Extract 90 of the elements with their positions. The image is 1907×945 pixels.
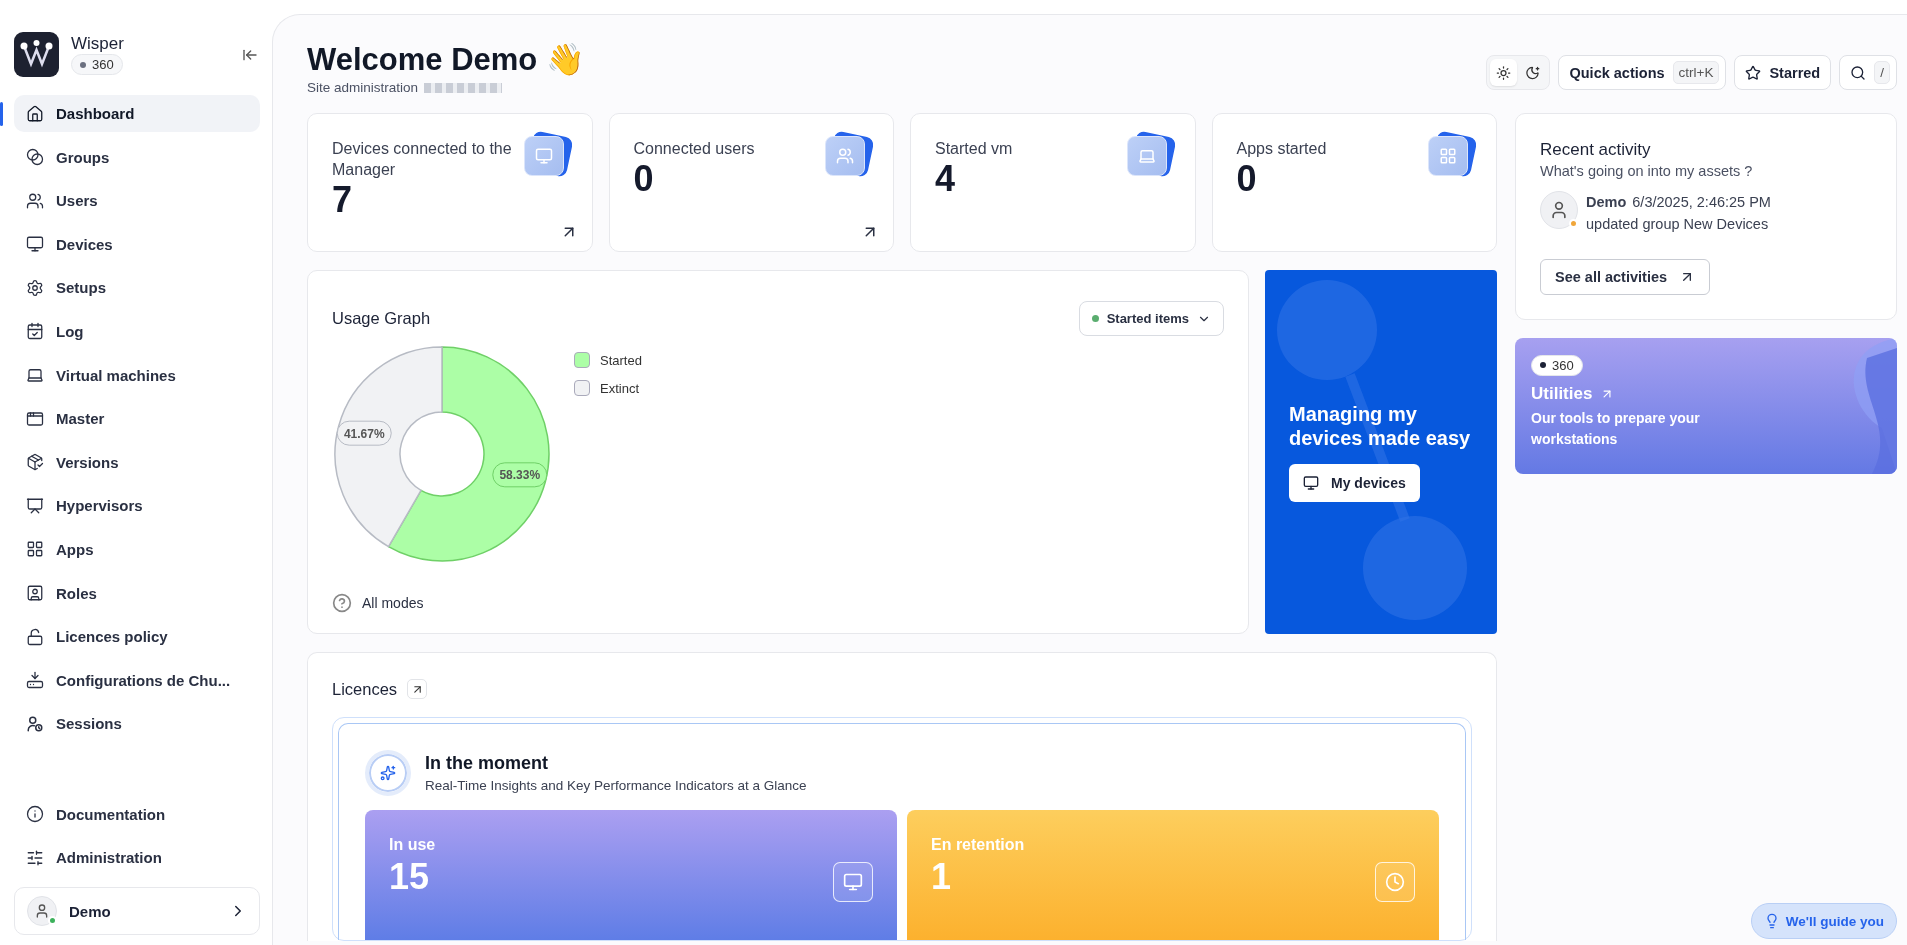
stat-label: Connected users [633,139,756,159]
my-devices-button[interactable]: My devices [1289,464,1420,502]
sidebar-item[interactable]: Dashboard [14,95,260,132]
avatar [27,896,57,926]
card-title: Licences [332,679,398,699]
overlapping-circles-icon [26,148,44,167]
value-label: 41.67% [336,420,392,446]
sidebar-item[interactable]: Log [14,312,260,350]
card-subtitle: What's going on into my assets ? [1540,163,1754,179]
sidebar-item[interactable]: Sessions [14,705,260,743]
sparkles-icon [365,750,411,796]
activity-meta: Demo 6/3/2025, 2:46:25 PM [1586,193,1771,212]
sidebar-item[interactable]: Versions [14,443,260,481]
user-square-icon [26,584,44,603]
sidebar-item[interactable]: Roles [14,574,260,612]
data-label: 41.67% [343,426,385,441]
promo-title: Managing my devices made easy [1289,402,1472,450]
legend-item: Extinct [574,380,642,396]
quick-actions-button[interactable]: Quick actions ctrl+K [1558,55,1727,90]
unlocked-lock-icon [26,627,44,646]
clock-icon [1375,862,1415,902]
see-all-button[interactable]: See all activities [1540,259,1711,295]
stat-value: 4 [935,159,957,199]
stat-value: 7 [332,180,354,220]
sidebar-item[interactable]: Administration [14,839,260,877]
panel-subtitle: Real-Time Insights and Key Performance Indicators at a Glance [425,778,807,793]
users-icon [26,191,44,210]
laptop-icon [26,366,44,385]
page-subtitle: Site administration [307,80,419,95]
sidebar-item[interactable]: Virtual machines [14,356,260,394]
search-icon [1850,64,1867,81]
calendar-check-icon [26,322,44,341]
house-icon [26,104,44,123]
sidebar-item[interactable]: Licences policy [14,618,260,656]
sliders-icon [26,848,44,867]
monitor-icon [833,862,873,902]
tile-label: In use [389,836,437,854]
window-icon [26,409,44,428]
logo-icon [14,32,59,77]
utilities-text: Our tools to prepare your workstations [1531,408,1701,449]
brand-name: Wisper [71,33,124,54]
monitor-icon [1303,475,1319,491]
sidebar-item[interactable]: Users [14,182,260,220]
stat-label: Apps started [1236,139,1328,159]
sidebar-item[interactable]: Setups [14,269,260,307]
sidebar-item[interactable]: Devices [14,225,260,263]
sidebar-item[interactable]: Groups [14,138,260,176]
sidebar-item[interactable]: Configurations de Chu... [14,661,260,699]
value-label: 58.33% [492,462,548,488]
grid-icon [26,540,44,559]
help-icon [332,593,352,613]
info-icon [26,805,44,824]
starred-button[interactable]: Starred [1734,55,1832,90]
user-clock-icon [26,714,44,733]
guide-button[interactable]: We'll guide you [1750,903,1897,939]
presentation-icon [26,496,44,515]
sun-button[interactable] [1490,59,1518,86]
star-icon [1745,64,1762,81]
page-title: Welcome Demo 👋 [307,41,585,78]
sidebar-item[interactable]: Apps [14,530,260,568]
activity-text: updated group New Devices [1586,215,1770,234]
footer-note: All modes [362,595,424,611]
monitor-icon [26,235,44,254]
sidebar-item[interactable]: Documentation [14,795,260,833]
card-title: Recent activity [1540,140,1652,160]
package-icon [26,453,44,472]
download-box-icon [26,671,44,690]
tile-value: 15 [389,856,430,898]
version-badge: 360 [1531,354,1583,376]
stat-label: Started vm [935,139,1014,159]
stat-label: Devices connected to the Manager [332,139,512,180]
sidebar-item[interactable]: Hypervisors [14,487,260,525]
filter-dropdown[interactable]: Started items [1078,301,1224,336]
sun-icon [1496,64,1512,81]
search-button[interactable]: / [1839,55,1897,90]
data-label: 58.33% [499,468,541,483]
sidebar-item[interactable]: Master [14,400,260,438]
panel-title: In the moment [425,753,549,774]
user-menu-button[interactable]: Demo [14,887,260,935]
version-badge: 360 [71,54,123,76]
stat-value: 0 [1236,159,1258,199]
settings-icon [26,278,44,297]
open-link-button[interactable] [407,679,428,699]
card-title: Usage Graph [332,309,431,328]
moon-icon [1525,64,1541,81]
avatar [1540,191,1578,229]
legend-item: Started [574,352,642,368]
tile-value: 1 [931,856,952,898]
tile-label: En retention [931,836,1026,854]
stat-value: 0 [633,159,655,199]
